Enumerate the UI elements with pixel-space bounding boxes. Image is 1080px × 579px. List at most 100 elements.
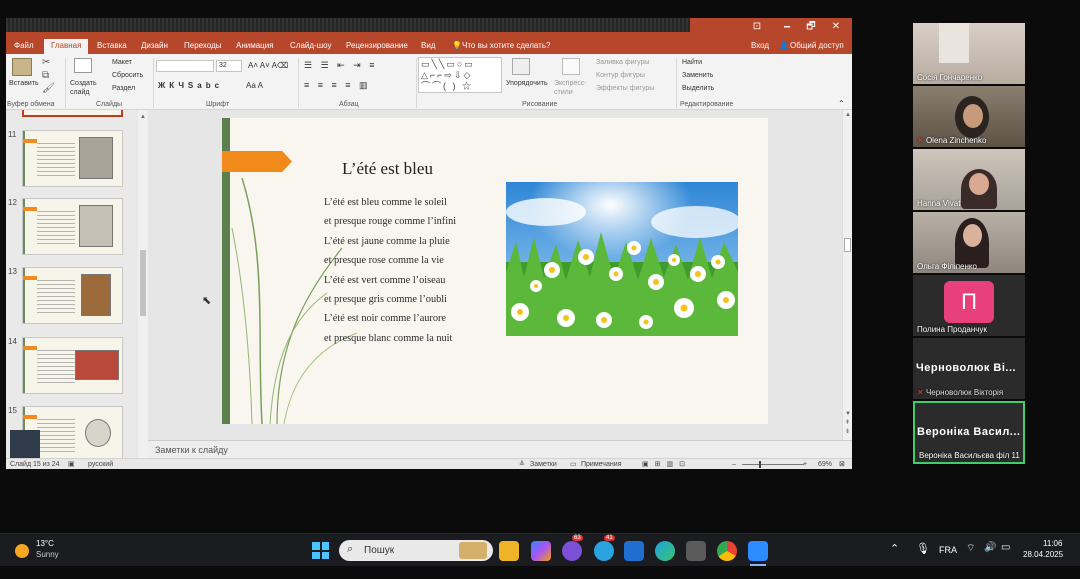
quick-styles-button[interactable]: Экспресс-стили	[554, 79, 588, 97]
slide-thumbnail[interactable]	[22, 130, 123, 187]
slide-title[interactable]: L’été est bleu	[342, 159, 433, 179]
font-name-field[interactable]	[156, 60, 214, 72]
reset-button[interactable]: Сбросить	[112, 71, 143, 80]
edge-icon[interactable]	[655, 541, 675, 561]
taskbar-search-box[interactable]: ⌕ Пошук	[339, 540, 493, 561]
copilot-icon[interactable]	[531, 541, 551, 561]
clock-time[interactable]: 11:06	[1043, 539, 1062, 548]
notes-icon[interactable]: ≙	[519, 460, 525, 469]
participant-tile[interactable]: Черноволюк Ві... ✕ Черноволюк Вікторія	[913, 338, 1025, 399]
shape-effects-button[interactable]: Эффекты фигуры	[596, 84, 654, 93]
participant-tile[interactable]: Сосія Гончаренко	[913, 23, 1025, 84]
weather-temp[interactable]: 13°C	[36, 539, 54, 548]
camera-icon[interactable]	[686, 541, 706, 561]
microphone-icon[interactable]: 🎙	[916, 542, 930, 555]
chrome-icon[interactable]	[717, 541, 737, 561]
share-button[interactable]: Общий доступ	[790, 40, 844, 52]
minimize-button[interactable]: 🗕	[777, 20, 797, 34]
ribbon-display-icon[interactable]: ⊡	[747, 20, 767, 34]
shape-fill-button[interactable]: Заливка фигуры	[596, 58, 649, 67]
zoom-slider-thumb[interactable]	[759, 461, 761, 468]
tab-review[interactable]: Рецензирование	[346, 40, 408, 52]
scroll-thumb[interactable]	[844, 238, 851, 252]
paste-button[interactable]: Вставить	[9, 79, 39, 88]
daisy-meadow-photo[interactable]	[506, 182, 738, 336]
collapse-ribbon-icon[interactable]: ⌃	[838, 99, 845, 108]
notes-pane[interactable]: Заметки к слайду	[148, 440, 852, 458]
close-button[interactable]: ✕	[826, 20, 846, 34]
thumbnail-scrollbar[interactable]: ▲	[138, 110, 148, 458]
tab-animation[interactable]: Анимация	[236, 40, 274, 52]
battery-icon[interactable]: ▭	[1001, 542, 1010, 553]
quick-styles-icon[interactable]	[562, 58, 580, 75]
zoom-slider[interactable]	[742, 464, 804, 465]
poem-text[interactable]: L’été est bleu comme le soleil et presqu…	[324, 193, 456, 348]
participant-tile[interactable]: ✕ Olena Zinchenko	[913, 86, 1025, 147]
current-slide[interactable]: L’été est bleu L’été est bleu comme le s…	[222, 118, 768, 424]
sun-weather-icon[interactable]	[15, 544, 29, 558]
comments-toggle[interactable]: Примечания	[581, 460, 621, 469]
volume-icon[interactable]: 🔊	[984, 542, 996, 553]
participant-tile[interactable]: П Полина Проданчук	[913, 275, 1025, 336]
tab-design[interactable]: Дизайн	[141, 40, 168, 52]
font-color-buttons[interactable]: Aa A	[246, 81, 263, 90]
slide-thumbnail[interactable]	[22, 110, 123, 117]
slide-scrollbar[interactable]: ▲ ▼ ⇞ ⇟	[842, 110, 852, 440]
comments-icon[interactable]: ▭	[570, 460, 577, 469]
slide-thumbnail-pane[interactable]: 11 12 13 14 15	[6, 110, 138, 458]
telegram-icon[interactable]	[594, 541, 614, 561]
zoom-in-button[interactable]: +	[803, 460, 807, 469]
font-size-field[interactable]: 32	[216, 60, 242, 72]
weather-condition[interactable]: Sunny	[36, 550, 59, 559]
wifi-icon[interactable]: ⌔	[966, 542, 975, 555]
list-buttons[interactable]: ☰ ☰ ⇤ ⇥ ≡	[304, 61, 377, 70]
font-grow-shrink[interactable]: A˄ A˅ A⌫	[248, 61, 288, 70]
sign-in-link[interactable]: Вход	[751, 40, 769, 52]
viber-icon[interactable]	[562, 541, 582, 561]
shape-outline-button[interactable]: Контур фигуры	[596, 71, 645, 80]
layout-button[interactable]: Макет	[112, 58, 132, 67]
language-indicator[interactable]: русский	[88, 460, 113, 469]
new-slide-button[interactable]: Создать слайд	[70, 79, 98, 97]
clock-date[interactable]: 28.04.2025	[1023, 550, 1063, 559]
scroll-thumb[interactable]	[140, 250, 146, 316]
tab-view[interactable]: Вид	[421, 40, 435, 52]
fit-slide-icon[interactable]: ⊠	[839, 460, 845, 469]
arrange-button[interactable]: Упорядочить	[506, 79, 548, 88]
shapes-gallery[interactable]: ▭╲╲▭○▭ △⌐⌐⇨⇩◇ ⌒⌒( ) ☆	[418, 57, 502, 93]
tell-me-box[interactable]: Что вы хотите сделать?	[462, 40, 550, 52]
tray-expand-icon[interactable]: ⌃	[890, 542, 899, 555]
slide-thumbnail[interactable]	[22, 267, 123, 324]
paste-icon[interactable]	[12, 58, 32, 76]
spellcheck-icon[interactable]: ▣	[68, 460, 75, 469]
input-language[interactable]: FRA	[939, 545, 957, 555]
find-button[interactable]: Найти	[682, 58, 702, 67]
view-buttons[interactable]: ▣⊞▥⊡	[642, 460, 691, 469]
select-button[interactable]: Выделить	[682, 84, 714, 93]
tab-home[interactable]: Главная	[44, 39, 89, 54]
participant-tile[interactable]: Ольга Філіпенко	[913, 212, 1025, 273]
font-style-buttons[interactable]: ЖКЧSabc	[158, 81, 223, 90]
tab-slideshow[interactable]: Слайд-шоу	[290, 40, 331, 52]
outlook-icon[interactable]	[624, 541, 644, 561]
tab-file[interactable]: Файл	[14, 40, 34, 52]
arrange-icon[interactable]	[512, 58, 530, 75]
slide-thumbnail[interactable]	[22, 198, 123, 255]
copy-icon[interactable]: ⧉	[42, 71, 49, 81]
tab-transitions[interactable]: Переходы	[184, 40, 222, 52]
restore-button[interactable]: 🗗	[801, 20, 821, 34]
format-painter-icon[interactable]: 🖌	[42, 84, 55, 94]
windows-start-icon[interactable]	[312, 542, 329, 559]
alignment-buttons[interactable]: ≡ ≡ ≡ ≡ ▥	[304, 81, 371, 90]
tab-insert[interactable]: Вставка	[97, 40, 127, 52]
section-button[interactable]: Раздел	[112, 84, 135, 93]
participant-tile-active-speaker[interactable]: Вероніка Васил... Вероніка Васильєва філ…	[913, 401, 1025, 464]
replace-button[interactable]: Заменить	[682, 71, 713, 80]
file-explorer-icon[interactable]	[499, 541, 519, 561]
slide-thumbnail[interactable]	[22, 337, 123, 394]
zoom-out-button[interactable]: –	[732, 460, 736, 469]
new-slide-icon[interactable]	[74, 58, 92, 73]
zoom-level[interactable]: 69%	[818, 460, 832, 469]
zoom-app-icon[interactable]	[748, 541, 768, 561]
notes-toggle[interactable]: Заметки	[530, 460, 557, 469]
